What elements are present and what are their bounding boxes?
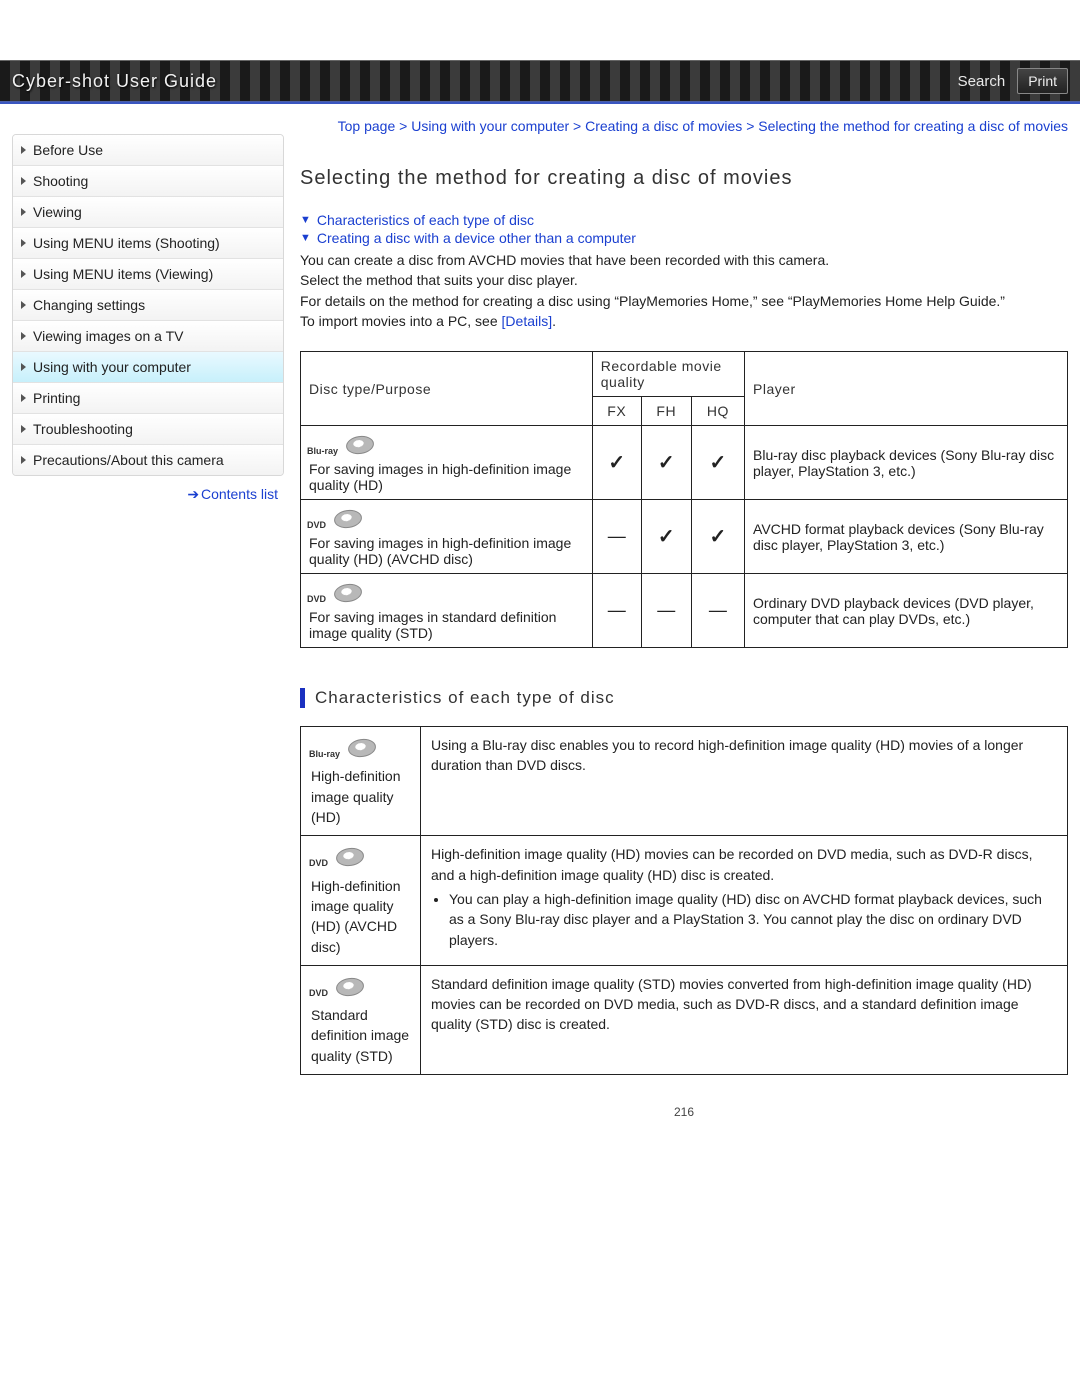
nav-item-before-use[interactable]: Before Use	[13, 135, 283, 166]
breadcrumb-2[interactable]: Creating a disc of movies	[585, 118, 742, 134]
page-title: Selecting the method for creating a disc…	[300, 167, 1068, 190]
para3: For details on the method for creating a…	[300, 291, 1068, 311]
th-fx: FX	[592, 397, 641, 426]
disc-brand-label: Blu-ray	[309, 749, 340, 759]
intro-text: You can create a disc from AVCHD movies …	[300, 250, 1068, 331]
disc-brand-label: DVD	[307, 594, 326, 604]
th-quality: Recordable movie quality	[592, 352, 744, 397]
cell-fx: ✓	[592, 426, 641, 500]
type-desc: High-definition image quality (HD) movie…	[431, 844, 1057, 885]
th-hq: HQ	[691, 397, 744, 426]
disc-brand-label: DVD	[309, 988, 328, 998]
cell-hq: —	[691, 574, 744, 648]
triangle-down-icon: ▼	[300, 214, 311, 226]
breadcrumb-sep: >	[395, 118, 411, 134]
nav-item-using-computer[interactable]: Using with your computer	[13, 352, 283, 383]
dvd-disc-icon	[332, 580, 366, 604]
contents-list-label: Contents list	[201, 486, 278, 502]
disc-brand-label: DVD	[309, 858, 328, 868]
table-row: Blu-ray High-definition image quality (H…	[301, 727, 1068, 836]
breadcrumb-sep: >	[569, 118, 585, 134]
jump-link-characteristics[interactable]: ▼ Characteristics of each type of disc	[300, 212, 1068, 228]
dvd-disc-icon	[332, 506, 366, 530]
cell-player: Ordinary DVD playback devices (DVD playe…	[745, 574, 1068, 648]
breadcrumb-1[interactable]: Using with your computer	[411, 118, 569, 134]
nav-list: Before Use Shooting Viewing Using MENU i…	[12, 134, 284, 476]
cell-player: AVCHD format playback devices (Sony Blu-…	[745, 500, 1068, 574]
para4: To import movies into a PC, see [Details…	[300, 311, 1068, 331]
section-characteristics-heading: Characteristics of each type of disc	[300, 688, 1068, 708]
triangle-down-icon: ▼	[300, 232, 311, 244]
para1: You can create a disc from AVCHD movies …	[300, 250, 1068, 270]
nav-item-shooting[interactable]: Shooting	[13, 166, 283, 197]
para2: Select the method that suits your disc p…	[300, 270, 1068, 290]
type-desc: Standard definition image quality (STD) …	[421, 965, 1068, 1074]
table-row: DVD Standard definition image quality (S…	[301, 965, 1068, 1074]
para4-prefix: To import movies into a PC, see	[300, 313, 502, 329]
breadcrumb-sep: >	[742, 118, 758, 134]
details-link[interactable]: [Details]	[502, 313, 553, 329]
cell-fh: —	[641, 574, 691, 648]
disc-purpose: For saving images in high-definition ima…	[309, 461, 571, 493]
type-label: High-definition image quality (HD)	[311, 768, 401, 825]
characteristics-table: Blu-ray High-definition image quality (H…	[300, 726, 1068, 1075]
th-player: Player	[745, 352, 1068, 426]
breadcrumb-top[interactable]: Top page	[338, 118, 396, 134]
bluray-disc-icon	[346, 735, 380, 759]
type-label: High-definition image quality (HD) (AVCH…	[311, 878, 401, 955]
contents-list-link[interactable]: ➔ Contents list	[12, 476, 284, 503]
nav-item-printing[interactable]: Printing	[13, 383, 283, 414]
app-title: Cyber-shot User Guide	[12, 71, 217, 92]
nav-item-changing-settings[interactable]: Changing settings	[13, 290, 283, 321]
breadcrumb-3[interactable]: Selecting the method for creating a disc…	[758, 118, 1068, 134]
search-link[interactable]: Search	[958, 73, 1006, 90]
type-desc: Using a Blu-ray disc enables you to reco…	[421, 727, 1068, 836]
cell-hq: ✓	[691, 426, 744, 500]
type-bullet: You can play a high-definition image qua…	[449, 889, 1057, 950]
nav-item-precautions[interactable]: Precautions/About this camera	[13, 445, 283, 475]
table-row: DVD For saving images in high-definition…	[301, 500, 1068, 574]
disc-compatibility-table: Disc type/Purpose Recordable movie quali…	[300, 351, 1068, 648]
header-bar: Cyber-shot User Guide Search Print	[0, 60, 1080, 102]
table-row: DVD For saving images in standard defini…	[301, 574, 1068, 648]
cell-hq: ✓	[691, 500, 744, 574]
disc-brand-label: DVD	[307, 520, 326, 530]
nav-item-viewing-tv[interactable]: Viewing images on a TV	[13, 321, 283, 352]
bluray-disc-icon	[344, 432, 378, 456]
disc-brand-label: Blu-ray	[307, 446, 338, 456]
nav-item-troubleshooting[interactable]: Troubleshooting	[13, 414, 283, 445]
cell-fh: ✓	[641, 426, 691, 500]
arrow-right-icon: ➔	[187, 486, 197, 502]
jump-link-label: Creating a disc with a device other than…	[317, 230, 636, 246]
disc-purpose: For saving images in standard definition…	[309, 609, 556, 641]
nav-item-viewing[interactable]: Viewing	[13, 197, 283, 228]
table-row: Blu-ray For saving images in high-defini…	[301, 426, 1068, 500]
type-label: Standard definition image quality (STD)	[311, 1007, 409, 1064]
dvd-disc-icon	[334, 844, 368, 868]
dvd-disc-icon	[334, 974, 368, 998]
jump-link-other-device[interactable]: ▼ Creating a disc with a device other th…	[300, 230, 1068, 246]
print-button[interactable]: Print	[1017, 68, 1068, 94]
para4-suffix: .	[552, 313, 556, 329]
cell-fh: ✓	[641, 500, 691, 574]
header-actions: Search Print	[958, 68, 1068, 94]
th-disc-type: Disc type/Purpose	[301, 352, 593, 426]
breadcrumb: Top page > Using with your computer > Cr…	[300, 116, 1068, 137]
th-fh: FH	[641, 397, 691, 426]
sidebar: Before Use Shooting Viewing Using MENU i…	[12, 104, 284, 1119]
disc-purpose: For saving images in high-definition ima…	[309, 535, 571, 567]
nav-item-menu-viewing[interactable]: Using MENU items (Viewing)	[13, 259, 283, 290]
table-row: DVD High-definition image quality (HD) (…	[301, 836, 1068, 965]
nav-item-menu-shooting[interactable]: Using MENU items (Shooting)	[13, 228, 283, 259]
cell-player: Blu-ray disc playback devices (Sony Blu-…	[745, 426, 1068, 500]
cell-fx: —	[592, 574, 641, 648]
page-number: 216	[300, 1105, 1068, 1119]
cell-fx: —	[592, 500, 641, 574]
main-content: Top page > Using with your computer > Cr…	[300, 104, 1068, 1119]
jump-link-label: Characteristics of each type of disc	[317, 212, 534, 228]
